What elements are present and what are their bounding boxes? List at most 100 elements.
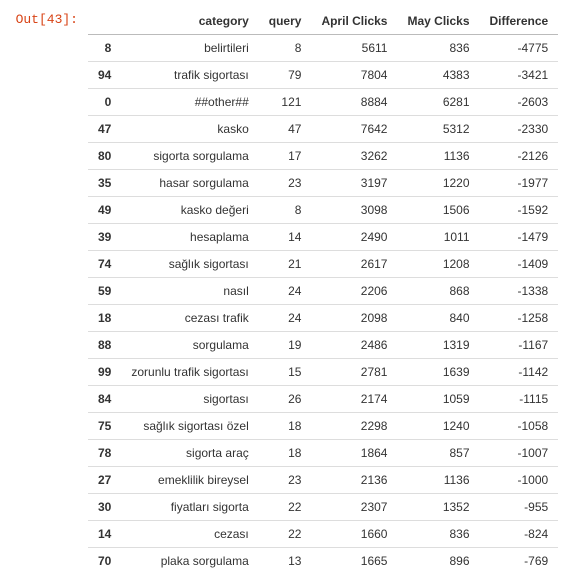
- table-row: 84sigortası2621741059-1115: [88, 386, 558, 413]
- table-row: 0##other##12188846281-2603: [88, 89, 558, 116]
- cell-may: 4383: [397, 62, 479, 89]
- cell-query: 79: [259, 62, 312, 89]
- cell-april: 3098: [311, 197, 397, 224]
- cell-may: 1220: [397, 170, 479, 197]
- table-row: 99zorunlu trafik sigortası1527811639-114…: [88, 359, 558, 386]
- cell-category: nasıl: [121, 278, 258, 305]
- table-row: 47kasko4776425312-2330: [88, 116, 558, 143]
- row-index: 94: [88, 62, 121, 89]
- cell-may: 836: [397, 521, 479, 548]
- cell-diff: -1058: [480, 413, 559, 440]
- cell-april: 2298: [311, 413, 397, 440]
- cell-april: 2781: [311, 359, 397, 386]
- cell-query: 23: [259, 467, 312, 494]
- cell-may: 6281: [397, 89, 479, 116]
- row-index: 0: [88, 89, 121, 116]
- cell-query: 24: [259, 278, 312, 305]
- cell-may: 1011: [397, 224, 479, 251]
- cell-april: 5611: [311, 35, 397, 62]
- cell-april: 2098: [311, 305, 397, 332]
- cell-april: 7642: [311, 116, 397, 143]
- row-index: 39: [88, 224, 121, 251]
- cell-category: trafik sigortası: [121, 62, 258, 89]
- col-header-april: April Clicks: [311, 8, 397, 35]
- col-header-category: category: [121, 8, 258, 35]
- cell-category: sigortası: [121, 386, 258, 413]
- cell-april: 1864: [311, 440, 397, 467]
- cell-diff: -2603: [480, 89, 559, 116]
- cell-may: 868: [397, 278, 479, 305]
- row-index: 84: [88, 386, 121, 413]
- cell-category: kasko değeri: [121, 197, 258, 224]
- table-row: 94trafik sigortası7978044383-3421: [88, 62, 558, 89]
- cell-category: emeklilik bireysel: [121, 467, 258, 494]
- cell-category: sağlık sigortası: [121, 251, 258, 278]
- cell-diff: -1338: [480, 278, 559, 305]
- cell-diff: -1115: [480, 386, 559, 413]
- cell-diff: -1007: [480, 440, 559, 467]
- cell-may: 857: [397, 440, 479, 467]
- output-prompt: Out[43]:: [8, 8, 88, 27]
- row-index: 47: [88, 116, 121, 143]
- cell-april: 2174: [311, 386, 397, 413]
- cell-query: 8: [259, 35, 312, 62]
- col-header-query: query: [259, 8, 312, 35]
- cell-may: 1506: [397, 197, 479, 224]
- cell-diff: -1592: [480, 197, 559, 224]
- cell-category: sigorta araç: [121, 440, 258, 467]
- cell-may: 1639: [397, 359, 479, 386]
- cell-diff: -1409: [480, 251, 559, 278]
- cell-diff: -4775: [480, 35, 559, 62]
- table-row: 80sigorta sorgulama1732621136-2126: [88, 143, 558, 170]
- cell-april: 2307: [311, 494, 397, 521]
- table-row: 59nasıl242206868-1338: [88, 278, 558, 305]
- col-header-may: May Clicks: [397, 8, 479, 35]
- cell-april: 3262: [311, 143, 397, 170]
- cell-query: 17: [259, 143, 312, 170]
- cell-diff: -1142: [480, 359, 559, 386]
- cell-may: 5312: [397, 116, 479, 143]
- cell-april: 2136: [311, 467, 397, 494]
- row-index: 8: [88, 35, 121, 62]
- cell-diff: -824: [480, 521, 559, 548]
- cell-april: 1660: [311, 521, 397, 548]
- cell-query: 19: [259, 332, 312, 359]
- row-index: 35: [88, 170, 121, 197]
- table-row: 14cezası221660836-824: [88, 521, 558, 548]
- row-index: 80: [88, 143, 121, 170]
- table-row: 30fiyatları sigorta2223071352-955: [88, 494, 558, 521]
- dataframe-table: category query April Clicks May Clicks D…: [88, 8, 558, 574]
- cell-query: 26: [259, 386, 312, 413]
- cell-category: hesaplama: [121, 224, 258, 251]
- table-row: 27emeklilik bireysel2321361136-1000: [88, 467, 558, 494]
- cell-category: cezası: [121, 521, 258, 548]
- table-row: 39hesaplama1424901011-1479: [88, 224, 558, 251]
- row-index: 14: [88, 521, 121, 548]
- cell-april: 8884: [311, 89, 397, 116]
- cell-query: 8: [259, 197, 312, 224]
- cell-april: 2617: [311, 251, 397, 278]
- cell-diff: -1000: [480, 467, 559, 494]
- cell-may: 1352: [397, 494, 479, 521]
- cell-april: 3197: [311, 170, 397, 197]
- table-body: 8belirtileri85611836-477594trafik sigort…: [88, 35, 558, 575]
- table-row: 75sağlık sigortası özel1822981240-1058: [88, 413, 558, 440]
- cell-diff: -1258: [480, 305, 559, 332]
- cell-may: 1136: [397, 143, 479, 170]
- cell-query: 24: [259, 305, 312, 332]
- cell-may: 836: [397, 35, 479, 62]
- cell-category: zorunlu trafik sigortası: [121, 359, 258, 386]
- row-index: 18: [88, 305, 121, 332]
- table-header: category query April Clicks May Clicks D…: [88, 8, 558, 35]
- cell-may: 840: [397, 305, 479, 332]
- table-row: 35hasar sorgulama2331971220-1977: [88, 170, 558, 197]
- cell-category: sigorta sorgulama: [121, 143, 258, 170]
- cell-may: 1240: [397, 413, 479, 440]
- cell-april: 7804: [311, 62, 397, 89]
- cell-query: 121: [259, 89, 312, 116]
- cell-category: kasko: [121, 116, 258, 143]
- cell-april: 2486: [311, 332, 397, 359]
- cell-query: 14: [259, 224, 312, 251]
- cell-diff: -1479: [480, 224, 559, 251]
- cell-april: 2490: [311, 224, 397, 251]
